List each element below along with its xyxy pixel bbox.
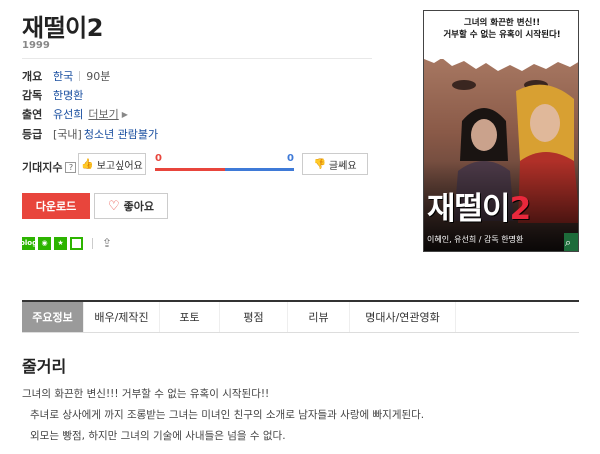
expectation-label: 기대지수 ? xyxy=(22,159,77,175)
meh-label: 글쎄요 xyxy=(328,160,357,172)
square-share-icon[interactable] xyxy=(70,236,83,250)
cast-row: 출연 유선희 더보기 ▶ xyxy=(22,106,128,122)
tab-quotes-related[interactable]: 명대사/연관영화 xyxy=(350,302,456,332)
meh-button[interactable]: 👎 글쎄요 xyxy=(302,153,368,175)
overview-label: 개요 xyxy=(22,70,43,83)
cast-link[interactable]: 유선희 xyxy=(53,106,83,122)
poster-tagline-line1: 그녀의 화끈한 변신!! xyxy=(463,18,541,28)
chevron-right-icon: ▶ xyxy=(121,109,128,119)
like-label: 좋아요 xyxy=(123,200,155,213)
synopsis-heading: 줄거리 xyxy=(22,357,67,376)
more-cast-link[interactable]: 더보기 xyxy=(88,106,118,122)
poster-tagline: 그녀의 화끈한 변신!! 거부할 수 없는 유혹이 시작된다! xyxy=(428,17,576,41)
want-label: 보고싶어요 xyxy=(96,160,143,172)
poster-title: 재떨이2 xyxy=(427,183,532,228)
want-count: 0 xyxy=(155,153,162,164)
thumbs-down-icon: 👎 xyxy=(313,158,326,170)
poster-title-text: 재떨이 xyxy=(427,191,511,227)
expectation-bar xyxy=(155,168,294,171)
movie-year: 1999 xyxy=(22,40,50,51)
share-icon[interactable]: ⇪ xyxy=(102,236,112,250)
poster-credits: 이혜인, 유선희 / 감독 한명환 xyxy=(427,235,524,244)
synopsis-line-1: 그녀의 화끈한 변신!!! 거부할 수 없는 유혹이 시작된다!! xyxy=(22,388,270,400)
director-link[interactable]: 한명환 xyxy=(53,87,83,103)
blog-share-icon[interactable]: blog xyxy=(20,236,37,250)
poster-tagline-line2: 거부할 수 없는 유혹이 시작된다! xyxy=(443,30,561,40)
overview-row: 개요 한국 90분 xyxy=(22,68,110,84)
separator xyxy=(79,71,81,81)
rating-domestic: [국내] xyxy=(53,128,82,141)
synopsis-line-3: 외모는 빵점, 하지만 그녀의 기술에 사내들은 넘을 수 없다. xyxy=(30,430,286,442)
divider xyxy=(22,58,372,59)
star-share-icon[interactable]: ★ xyxy=(54,236,67,250)
separator xyxy=(92,237,93,249)
director-label: 감독 xyxy=(22,89,43,102)
band-share-icon[interactable]: ◉ xyxy=(38,236,51,250)
movie-poster[interactable]: 그녀의 화끈한 변신!! 거부할 수 없는 유혹이 시작된다! 재떨이2 이혜인… xyxy=(423,10,579,252)
tab-reviews[interactable]: 리뷰 xyxy=(288,302,350,332)
share-row: blog ◉ ★ ⇪ xyxy=(20,236,112,250)
meh-count: 0 xyxy=(287,153,294,164)
tab-cast-crew[interactable]: 배우/제작진 xyxy=(84,302,160,332)
want-to-see-button[interactable]: 👍 보고싶어요 xyxy=(78,153,146,175)
country-link[interactable]: 한국 xyxy=(53,68,73,84)
zoom-icon[interactable]: ⌕ xyxy=(565,236,571,250)
heart-icon: ♡ xyxy=(107,198,120,214)
rating-label: 등급 xyxy=(22,128,43,141)
download-button[interactable]: 다운로드 xyxy=(22,193,90,219)
tab-bar: 주요정보 배우/제작진 포토 평점 리뷰 명대사/연관영화 xyxy=(22,300,579,333)
poster-title-number: 2 xyxy=(509,191,532,227)
like-button[interactable]: ♡ 좋아요 xyxy=(94,193,168,219)
expectation-label-text: 기대지수 xyxy=(22,161,63,174)
thumbs-up-icon: 👍 xyxy=(81,158,94,170)
rating-value-link[interactable]: 청소년 관람불가 xyxy=(84,126,158,142)
runtime: 90분 xyxy=(86,70,111,83)
movie-title: 재떨이2 xyxy=(22,14,103,42)
cast-label: 출연 xyxy=(22,108,43,121)
tab-main-info[interactable]: 주요정보 xyxy=(22,302,84,332)
tab-ratings[interactable]: 평점 xyxy=(220,302,288,332)
expectation-bar-fill xyxy=(155,168,225,171)
synopsis-line-2: 추녀로 상사에게 까지 조롱받는 그녀는 미녀인 친구의 소개로 남자들과 사랑… xyxy=(30,409,425,421)
tab-photos[interactable]: 포토 xyxy=(160,302,220,332)
director-row: 감독 한명환 xyxy=(22,87,83,103)
help-icon[interactable]: ? xyxy=(65,161,77,173)
rating-row: 등급 [국내] 청소년 관람불가 xyxy=(22,126,158,142)
